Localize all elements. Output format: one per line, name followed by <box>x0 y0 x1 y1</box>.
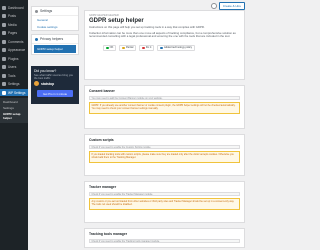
sidebar-item-pages[interactable]: Pages <box>0 30 28 37</box>
sidebar-item-plugins[interactable]: Plugins <box>0 55 28 62</box>
sidebar-item-appearance[interactable]: Appearance <box>0 47 28 54</box>
sidebar-item-tools[interactable]: Tools <box>0 72 28 79</box>
nav-link-general[interactable]: General <box>32 16 78 23</box>
consent-banner-check[interactable]: You may need to add the Consent Banner m… <box>89 96 240 100</box>
sidebar-item-users[interactable]: Users <box>0 64 28 71</box>
promo-box: Did you know? See what traffic sources b… <box>31 66 79 104</box>
info-icon <box>160 46 163 50</box>
privacy-nav-title: Privacy helpers <box>32 35 78 45</box>
plugin-icon <box>2 56 6 61</box>
status-legend: OK Partial Fix it Added technology polic… <box>89 44 240 51</box>
section-custom-scripts: Custom scripts Check if you need to enab… <box>84 134 245 176</box>
section-title: Tracking tools manager <box>89 232 128 236</box>
privacy-nav-card: Privacy helpers GDPR setup helper <box>31 34 79 55</box>
settings-nav-title: Settings <box>32 7 78 16</box>
create-button[interactable]: Create & Hire <box>218 2 245 10</box>
page-title: GDPR setup helper <box>89 18 144 24</box>
main-content: Create & Hire GDPR HELPER HELPER GDPR se… <box>84 2 245 250</box>
promo-cta-button[interactable]: Get Pro in 1 minute <box>37 90 73 97</box>
dashboard-icon <box>2 5 6 10</box>
intro-text: Instructions on this page will help you … <box>89 25 205 29</box>
status-badge-partial: Partial <box>119 44 137 51</box>
sidebar-item-settings[interactable]: Settings <box>0 81 28 88</box>
sidebar-item-posts[interactable]: Posts <box>0 13 28 20</box>
custom-scripts-check[interactable]: Check if you need to enable the Custom S… <box>89 145 240 149</box>
section-title: Custom scripts <box>89 138 114 142</box>
tracker-manager-check[interactable]: Check if you need to enable the Tracker … <box>89 192 240 196</box>
consent-banner-warning: GDPR: If you already use another consent… <box>89 102 240 114</box>
lock-icon <box>35 37 38 41</box>
brush-icon <box>2 48 6 52</box>
sidebar-submenu: Dashboard Settings GDPR setup helper <box>0 97 28 123</box>
tracking-tools-check[interactable]: Check if you need to enable the Tracking… <box>89 239 240 243</box>
top-actions: Create & Hire <box>210 2 245 10</box>
submenu-item-gdpr-helper[interactable]: GDPR setup helper <box>0 111 28 121</box>
promo-subtext: See what traffic sources bring you the b… <box>34 74 74 80</box>
tracker-manager-warning: Any custom or pre-set tool loaded from o… <box>89 198 240 210</box>
settings-icon <box>2 82 6 86</box>
gear-icon[interactable] <box>210 3 217 9</box>
status-badge-ok: OK <box>103 44 117 51</box>
check-icon <box>106 46 109 50</box>
section-title: Tracker manager <box>89 185 117 189</box>
page-icon <box>2 31 6 35</box>
shield-icon <box>2 90 6 95</box>
error-icon <box>142 46 145 50</box>
breadcrumb: GDPR HELPER HELPER <box>89 14 119 17</box>
section-tracking-tools: Tracking tools manager Check if you need… <box>84 228 245 248</box>
status-badge-fix: Fix it <box>139 44 155 51</box>
sidebar-item-comments[interactable]: Comments <box>0 38 28 45</box>
plugin-nav: Settings General Cookie settings Privacy… <box>31 6 79 58</box>
user-icon <box>2 65 6 69</box>
nav-link-gdpr-helper[interactable]: GDPR setup helper <box>34 45 76 53</box>
media-icon <box>2 22 6 27</box>
nav-link-cookie-settings[interactable]: Cookie settings <box>32 23 78 30</box>
section-title: Consent banner <box>89 89 115 93</box>
tool-icon <box>2 73 6 78</box>
custom-scripts-warning: If you loaded tracking tools with custom… <box>89 151 240 163</box>
section-consent-banner: Consent banner You may need to add the C… <box>84 85 245 129</box>
settings-icon <box>35 9 38 13</box>
settings-nav-card: Settings General Cookie settings <box>31 6 79 32</box>
warning-icon <box>122 46 125 50</box>
logo-icon <box>34 81 39 86</box>
comment-icon <box>2 39 6 44</box>
intro-text-secondary: Collection information can be more than … <box>89 30 236 39</box>
status-badge-policy: Added technology policy <box>157 44 196 51</box>
sidebar-item-media[interactable]: Media <box>0 21 28 28</box>
promo-logo: statstop <box>34 81 76 86</box>
section-tracker-manager: Tracker manager Check if you need to ena… <box>84 181 245 223</box>
admin-sidebar: Dashboard Posts Media Pages Comments App… <box>0 0 28 250</box>
promo-heading: Did you know? <box>34 69 57 73</box>
sidebar-item-dashboard[interactable]: Dashboard <box>0 4 28 11</box>
pin-icon <box>2 14 6 18</box>
sidebar-item-wp-settings[interactable]: WP Settings <box>0 89 28 96</box>
intro-card: GDPR HELPER HELPER GDPR setup helper Ins… <box>84 10 245 80</box>
